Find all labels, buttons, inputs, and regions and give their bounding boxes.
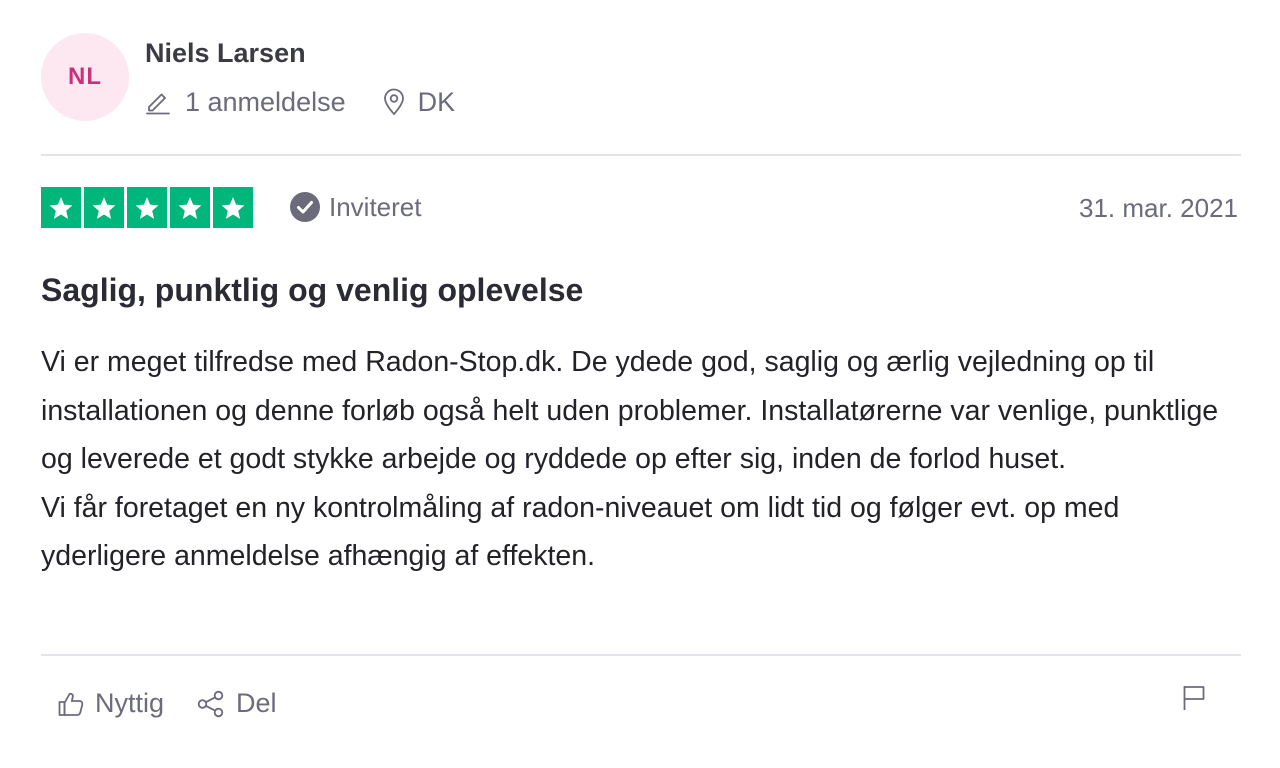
- review-date: 31. mar. 2021: [1079, 193, 1238, 223]
- review-card: NL Niels Larsen 1 anmeldelse DK Invitere…: [41, 0, 1241, 768]
- location-pin-icon: [382, 88, 406, 116]
- star-icon: [127, 187, 167, 228]
- author-meta: 1 anmeldelse DK: [145, 84, 455, 120]
- pencil-icon: [145, 89, 171, 115]
- useful-label: Nyttig: [95, 688, 165, 718]
- divider: [41, 154, 1241, 156]
- star-icon: [41, 187, 81, 228]
- avatar[interactable]: NL: [41, 33, 129, 121]
- review-paragraph: Vi får foretaget en ny kontrolmåling af …: [41, 491, 1120, 573]
- invited-label: Inviteret: [329, 191, 422, 222]
- review-paragraph: Vi er meget tilfredse med Radon-Stop.dk.…: [41, 346, 1219, 475]
- report-button[interactable]: [1181, 684, 1207, 712]
- review-text: Vi er meget tilfredse med Radon-Stop.dk.…: [41, 338, 1241, 581]
- review-count: 1 anmeldelse: [145, 87, 346, 118]
- divider: [41, 654, 1241, 656]
- star-icon: [213, 187, 253, 228]
- location-label: DK: [417, 86, 456, 117]
- thumbs-up-icon: [57, 690, 95, 718]
- share-button[interactable]: Del: [196, 688, 277, 719]
- flag-icon: [1181, 684, 1207, 712]
- star-icon: [84, 187, 124, 228]
- review-title[interactable]: Saglig, punktlig og venlig oplevelse: [41, 272, 583, 309]
- review-actions: Nyttig Del: [57, 688, 277, 719]
- avatar-initials: NL: [68, 63, 102, 90]
- star-icon: [170, 187, 210, 228]
- review-count-label: 1 anmeldelse: [185, 86, 346, 117]
- share-icon: [196, 689, 236, 719]
- author-location: DK: [382, 86, 456, 118]
- invited-badge[interactable]: Inviteret: [289, 191, 422, 223]
- author-name[interactable]: Niels Larsen: [145, 38, 306, 69]
- useful-button[interactable]: Nyttig: [57, 688, 164, 719]
- star-rating: [41, 187, 253, 228]
- verified-check-icon: [289, 191, 329, 223]
- share-label: Del: [236, 688, 277, 718]
